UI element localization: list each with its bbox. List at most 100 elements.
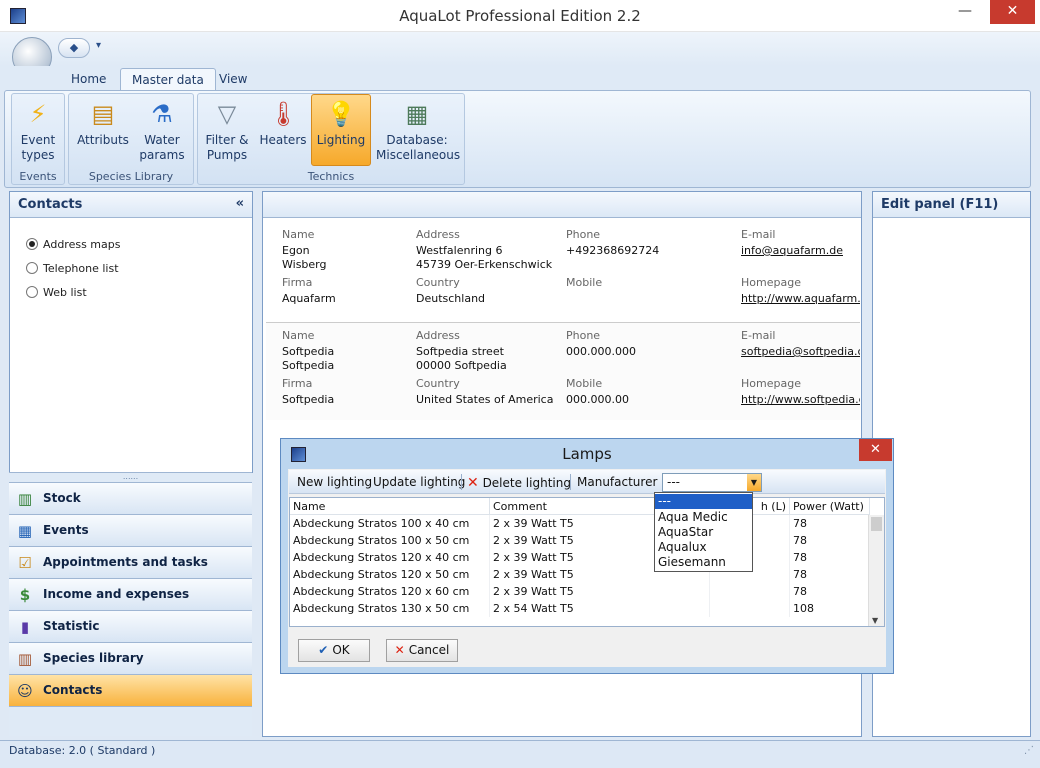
minimize-button[interactable]: — (950, 0, 980, 24)
dropdown-option[interactable]: Aqualux (655, 540, 752, 555)
column-header-name[interactable]: Name (290, 498, 490, 515)
city: 00000 Softpedia (416, 359, 507, 372)
nav-stock[interactable]: ▥ Stock (9, 482, 252, 514)
button-label: Attributs (77, 133, 129, 147)
manufacturer-label: Manufacturer (577, 475, 658, 489)
radio-label: Web list (43, 286, 87, 299)
button-label: Event types (20, 133, 56, 162)
radio-label: Address maps (43, 238, 121, 251)
country-value: United States of America (416, 393, 554, 406)
delete-lighting-button[interactable]: ✕ Delete lighting (467, 475, 571, 491)
radio-web-list[interactable]: Web list (26, 286, 87, 299)
dropdown-option[interactable]: Aqua Medic (655, 510, 752, 525)
lamps-dialog: Lamps ✕ New lighting Update lighting ✕ D… (280, 438, 894, 674)
cell-power: 78 (790, 583, 870, 600)
flask-icon: ⚗ (151, 100, 173, 128)
email-link[interactable]: softpedia@softpedia.com (741, 345, 860, 359)
street: Westfalenring 6 (416, 244, 503, 257)
mobile-label: Mobile (566, 377, 603, 390)
nav-income-expenses[interactable]: $ Income and expenses (9, 578, 252, 610)
card-file-icon: ▤ (91, 100, 115, 128)
radio-telephone-list[interactable]: Telephone list (26, 262, 119, 275)
scrollbar-thumb[interactable] (871, 517, 882, 531)
resize-grip-icon[interactable]: ⋰ (1024, 745, 1034, 756)
dropdown-arrow-icon[interactable]: ▼ (747, 474, 761, 491)
group-label: Events (19, 170, 57, 183)
dropdown-option[interactable]: AquaStar (655, 525, 752, 540)
button-label: Database: Miscellaneous (376, 133, 461, 162)
homepage-link[interactable]: http://www.aquafarm.de/ (741, 292, 860, 306)
water-params-button[interactable]: ⚗ Water params (137, 95, 187, 169)
panel-splitter[interactable]: ...... (9, 472, 252, 482)
dialog-close-button[interactable]: ✕ (859, 439, 892, 461)
homepage-label: Homepage (741, 377, 801, 390)
table-scrollbar[interactable]: ▼ (868, 515, 884, 626)
button-label: Cancel (408, 643, 450, 657)
customize-quick-access-icon[interactable]: ▾ (96, 40, 101, 51)
mobile-value: 000.000.00 (566, 393, 629, 406)
update-lighting-button[interactable]: Update lighting (373, 475, 465, 489)
cancel-button[interactable]: ✕ Cancel (386, 639, 458, 662)
nav-statistic[interactable]: ▮ Statistic (9, 610, 252, 642)
radio-icon[interactable] (26, 286, 38, 298)
filter-pumps-button[interactable]: ▽ Filter & Pumps (203, 95, 251, 169)
phone-value: +492368692724 (566, 244, 660, 257)
database-miscellaneous-button[interactable]: ▦ Database: Miscellaneous (376, 95, 461, 169)
email-label: E-mail (741, 329, 776, 342)
new-lighting-button[interactable]: New lighting (297, 475, 372, 489)
nav-label: Contacts (43, 683, 103, 697)
title-bar: AquaLot Professional Edition 2.2 — ✕ (0, 0, 1040, 32)
bar-chart-icon: ▮ (20, 618, 30, 636)
nav-appointments[interactable]: ☑ Appointments and tasks (9, 546, 252, 578)
last-name: Softpedia (282, 359, 335, 372)
delete-icon: ✕ (467, 475, 479, 491)
firma-label: Firma (282, 377, 313, 390)
nav-events[interactable]: ▦ Events (9, 514, 252, 546)
scroll-down-icon[interactable]: ▼ (872, 616, 878, 625)
event-types-button[interactable]: ⚡ Event types (14, 95, 62, 169)
homepage-label: Homepage (741, 276, 801, 289)
email-label: E-mail (741, 228, 776, 241)
address-label: Address (416, 228, 460, 241)
tab-view[interactable]: View (208, 68, 258, 90)
radio-address-maps[interactable]: Address maps (26, 238, 120, 251)
collapse-icon[interactable]: « (236, 196, 244, 211)
dialog-title: Lamps (562, 445, 612, 463)
close-window-button[interactable]: ✕ (990, 0, 1035, 24)
checkmark-icon: ✔ (318, 643, 329, 657)
cell-power: 78 (790, 532, 870, 549)
tab-home[interactable]: Home (60, 68, 117, 90)
quick-access-icon[interactable]: ◆ (58, 38, 90, 58)
dialog-toolbar: New lighting Update lighting ✕ Delete li… (289, 470, 885, 494)
attributs-button[interactable]: ▤ Attributs (76, 95, 130, 169)
email-link[interactable]: info@aquafarm.de (741, 244, 843, 258)
homepage-link[interactable]: http://www.softpedia.com (741, 393, 860, 407)
filter-icon: ▽ (217, 100, 237, 128)
radio-selected-icon[interactable] (26, 238, 38, 250)
nav-footer (9, 706, 252, 736)
cell-name: Abdeckung Stratos 100 x 50 cm (290, 532, 490, 549)
dropdown-option[interactable]: --- (655, 494, 752, 509)
button-label: Heaters (259, 133, 307, 147)
button-label: Water params (139, 133, 185, 162)
group-label: Technics (307, 170, 355, 183)
column-header-power[interactable]: Power (Watt) (790, 498, 870, 515)
manufacturer-select[interactable]: --- ▼ (662, 473, 762, 492)
select-value: --- (667, 475, 680, 489)
nav-label: Statistic (43, 619, 100, 633)
dialog-content: New lighting Update lighting ✕ Delete li… (288, 469, 886, 667)
contact-card[interactable]: Name Egon Wisberg Address Westfalenring … (266, 222, 860, 320)
nav-contacts[interactable]: ☺ Contacts (9, 674, 252, 706)
contact-card[interactable]: Name Softpedia Softpedia Address Softped… (266, 322, 860, 420)
nav-label: Events (43, 523, 89, 537)
dropdown-option[interactable]: Giesemann (655, 555, 752, 570)
ok-button[interactable]: ✔ OK (298, 639, 370, 662)
nav-label: Appointments and tasks (43, 555, 208, 569)
edit-panel-header: Edit panel (F11) (873, 192, 1030, 218)
heaters-button[interactable]: 🌡 Heaters (258, 95, 308, 169)
nav-species-library[interactable]: ▥ Species library (9, 642, 252, 674)
radio-icon[interactable] (26, 262, 38, 274)
lighting-button[interactable]: 💡 Lighting (311, 94, 371, 166)
firma-label: Firma (282, 276, 313, 289)
tab-master-data[interactable]: Master data (120, 68, 216, 90)
